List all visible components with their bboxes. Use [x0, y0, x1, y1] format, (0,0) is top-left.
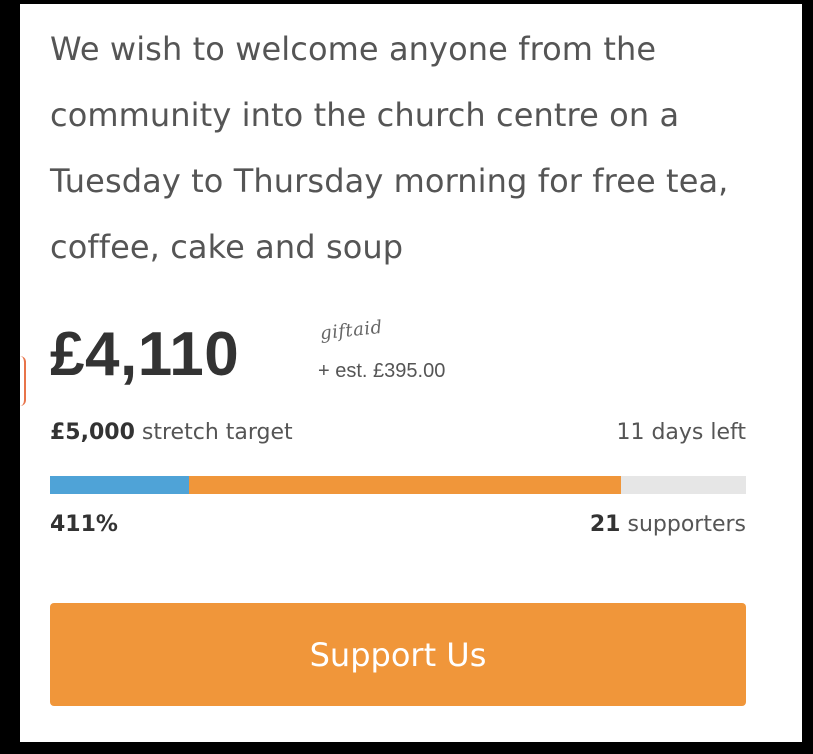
stats-row: 411% 21 supporters: [50, 512, 746, 548]
amount-row: £4,110 giftaid + est. £395.00: [50, 314, 790, 404]
giftaid-logo: giftaid: [319, 316, 384, 345]
edge-mark: [20, 356, 26, 406]
support-us-button[interactable]: Support Us: [50, 603, 746, 706]
target-text: £5,000 stretch target: [50, 420, 293, 445]
progress-segment-orange: [189, 476, 621, 494]
percent-raised: 411%: [50, 512, 118, 537]
target-row: £5,000 stretch target 11 days left: [50, 420, 746, 456]
target-amount: £5,000: [50, 420, 135, 445]
campaign-card: We wish to welcome anyone from the commu…: [0, 0, 813, 754]
progress-bar: [50, 476, 746, 494]
supporters: 21 supporters: [590, 512, 746, 537]
supporters-label: supporters: [627, 512, 746, 537]
campaign-description: We wish to welcome anyone from the commu…: [50, 30, 729, 266]
target-label: stretch target: [141, 420, 293, 445]
days-left: 11 days left: [616, 420, 746, 445]
giftaid-estimate: + est. £395.00: [318, 360, 446, 382]
progress-segment-blue: [50, 476, 189, 494]
amount-raised: £4,110: [50, 320, 240, 389]
supporters-count: 21: [589, 512, 621, 537]
